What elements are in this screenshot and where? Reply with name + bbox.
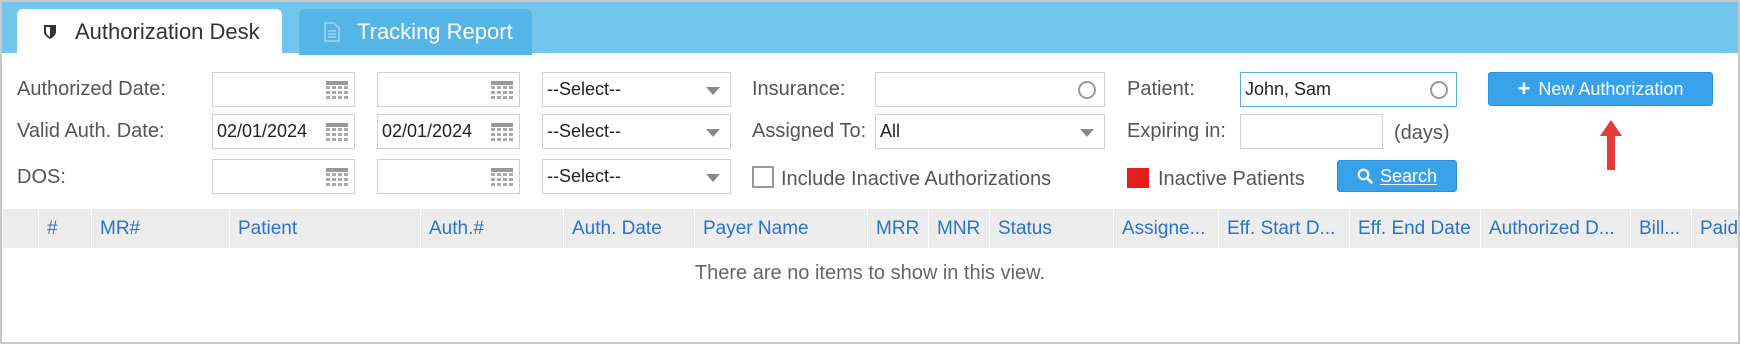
insurance-label: Insurance:	[752, 78, 846, 100]
column-header-eff-start-date[interactable]: Eff. Start D...	[1218, 209, 1349, 248]
tab-bar: Authorization Desk Tracking Report	[2, 2, 1738, 55]
red-arrow-annotation	[1600, 120, 1622, 170]
insurance-input[interactable]	[875, 72, 1105, 107]
calendar-icon[interactable]	[491, 123, 513, 141]
column-header-select	[2, 209, 38, 248]
assigned-to-label: Assigned To:	[752, 120, 867, 142]
column-header-payer-name[interactable]: Payer Name	[694, 209, 867, 248]
column-header-authorized-date[interactable]: Authorized D...	[1480, 209, 1630, 248]
select-value: --Select--	[547, 79, 622, 99]
dos-to-input[interactable]	[377, 159, 520, 194]
dos-label: DOS:	[17, 166, 66, 188]
assigned-to-value: All	[880, 121, 901, 141]
lookup-circle-icon[interactable]	[1430, 81, 1448, 99]
valid-auth-date-label: Valid Auth. Date:	[17, 120, 165, 142]
lookup-circle-icon[interactable]	[1078, 81, 1096, 99]
calendar-icon[interactable]	[326, 81, 348, 99]
column-header-auth-number[interactable]: Auth.#	[420, 209, 563, 248]
patient-label: Patient:	[1127, 78, 1195, 100]
select-value: --Select--	[547, 121, 622, 141]
column-header-paid[interactable]: Paid	[1691, 209, 1738, 248]
column-header-mnr[interactable]: MNR	[928, 209, 989, 248]
patient-input[interactable]: John, Sam	[1240, 72, 1457, 107]
calendar-icon[interactable]	[326, 123, 348, 141]
expiring-in-label: Expiring in:	[1127, 120, 1226, 142]
assigned-to-select[interactable]: All	[875, 114, 1105, 149]
dos-from-input[interactable]	[212, 159, 355, 194]
include-inactive-label: Include Inactive Authorizations	[781, 168, 1052, 190]
column-header-mrr[interactable]: MRR	[867, 209, 928, 248]
chevron-down-icon	[706, 174, 720, 182]
column-header-eff-end-date[interactable]: Eff. End Date	[1349, 209, 1480, 248]
expiring-in-input[interactable]	[1240, 114, 1383, 149]
search-icon	[1357, 168, 1373, 184]
column-header-status[interactable]: Status	[989, 209, 1113, 248]
column-header-number[interactable]: #	[38, 209, 91, 248]
column-header-auth-date[interactable]: Auth. Date	[563, 209, 694, 248]
empty-grid-message: There are no items to show in this view.	[694, 262, 1046, 284]
new-authorization-label: New Authorization	[1538, 78, 1684, 99]
column-header-assigned[interactable]: Assigne...	[1113, 209, 1218, 248]
calendar-icon[interactable]	[491, 81, 513, 99]
column-header-patient[interactable]: Patient	[229, 209, 420, 248]
chevron-down-icon	[706, 87, 720, 95]
valid-auth-date-from-input[interactable]: 02/01/2024	[212, 114, 355, 149]
search-label: Search	[1379, 165, 1438, 186]
chevron-down-icon	[1080, 129, 1094, 137]
plus-icon: +	[1517, 76, 1531, 101]
new-authorization-button[interactable]: + New Authorization	[1488, 72, 1713, 106]
tab-label: Tracking Report	[357, 19, 513, 44]
tab-label: Authorization Desk	[75, 19, 260, 44]
authorized-date-to-input[interactable]	[377, 72, 520, 107]
tab-authorization-desk[interactable]: Authorization Desk	[17, 9, 282, 55]
shield-icon	[39, 21, 61, 43]
patient-value: John, Sam	[1245, 79, 1332, 99]
document-icon	[321, 21, 343, 43]
valid-auth-date-range-select[interactable]: --Select--	[542, 114, 731, 149]
search-button[interactable]: Search	[1337, 160, 1457, 192]
column-header-billed[interactable]: Bill...	[1630, 209, 1691, 248]
authorized-date-label: Authorized Date:	[17, 78, 166, 100]
days-label: (days)	[1394, 122, 1450, 144]
tab-tracking-report[interactable]: Tracking Report	[299, 9, 532, 55]
chevron-down-icon	[706, 129, 720, 137]
calendar-icon[interactable]	[326, 168, 348, 186]
inactive-patients-label: Inactive Patients	[1158, 168, 1305, 190]
grid-header: # MR# Patient Auth.# Auth. Date Payer Na…	[2, 209, 1738, 248]
authorized-date-from-input[interactable]	[212, 72, 355, 107]
inactive-patients-swatch	[1127, 168, 1149, 188]
authorized-date-range-select[interactable]: --Select--	[542, 72, 731, 107]
calendar-icon[interactable]	[491, 168, 513, 186]
dos-range-select[interactable]: --Select--	[542, 159, 731, 194]
select-value: --Select--	[547, 166, 622, 186]
column-header-mr[interactable]: MR#	[91, 209, 229, 248]
include-inactive-checkbox[interactable]	[752, 166, 774, 188]
valid-auth-date-to-input[interactable]: 02/01/2024	[377, 114, 520, 149]
